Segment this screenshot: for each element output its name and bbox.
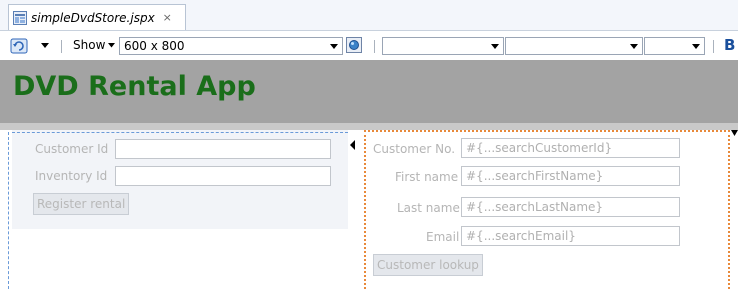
toolbar-separator <box>374 40 375 53</box>
screen-size-select[interactable]: 600 x 800 <box>119 37 343 55</box>
tab-label: simpleDvdStore.jspx <box>31 10 155 25</box>
chevron-down-icon[interactable] <box>41 43 49 49</box>
customer-no-field[interactable]: #{...searchCustomerId} <box>461 138 680 158</box>
chevron-down-icon <box>330 44 338 49</box>
email-field[interactable]: #{...searchEmail} <box>461 226 680 246</box>
last-name-label: Last name <box>397 201 460 215</box>
panel-menu-icon[interactable] <box>731 130 738 136</box>
panel-guide <box>12 132 348 133</box>
editor-tab-bar: simpleDvdStore.jspx × <box>0 0 738 31</box>
bold-button[interactable]: B <box>724 36 735 54</box>
toolbar: Show 600 x 800 B <box>0 31 738 59</box>
toolbar-separator <box>713 40 714 53</box>
style-select-3[interactable] <box>644 37 705 55</box>
last-name-field[interactable]: #{...searchLastName} <box>461 197 680 217</box>
page-title: DVD Rental App <box>13 71 256 102</box>
customer-id-label: Customer Id <box>35 142 109 156</box>
show-dropdown-label[interactable]: Show <box>73 38 105 52</box>
design-canvas: DVD Rental App Customer Id Inventory Id … <box>0 60 738 289</box>
close-icon[interactable]: × <box>163 11 172 24</box>
first-name-label: First name <box>395 170 459 184</box>
customer-lookup-button[interactable]: Customer lookup <box>373 254 483 276</box>
chevron-down-icon <box>692 44 700 49</box>
preview-icon[interactable] <box>346 37 362 53</box>
show-chevron-down-icon[interactable] <box>108 43 115 48</box>
customer-id-field[interactable] <box>115 139 331 159</box>
chevron-down-icon <box>630 44 638 49</box>
first-name-field[interactable]: #{...searchFirstName} <box>461 166 680 186</box>
customer-no-label: Customer No. <box>373 142 456 156</box>
refresh-icon[interactable] <box>10 38 28 54</box>
app-banner: DVD Rental App <box>0 60 738 123</box>
banner-stripe <box>0 123 738 130</box>
email-label: Email <box>426 230 460 244</box>
editor-tab[interactable]: simpleDvdStore.jspx × <box>8 4 186 30</box>
style-select-1[interactable] <box>382 37 504 55</box>
panel-guide <box>8 132 9 289</box>
toolbar-separator <box>61 40 62 53</box>
inventory-id-label: Inventory Id <box>35 169 108 183</box>
inventory-id-field[interactable] <box>115 166 331 186</box>
splitter-arrow-icon[interactable] <box>350 140 355 150</box>
chevron-down-icon <box>491 44 499 49</box>
style-select-2[interactable] <box>505 37 643 55</box>
screen-size-value: 600 x 800 <box>124 39 185 53</box>
register-rental-button[interactable]: Register rental <box>33 193 130 215</box>
jsp-file-icon <box>13 10 27 25</box>
